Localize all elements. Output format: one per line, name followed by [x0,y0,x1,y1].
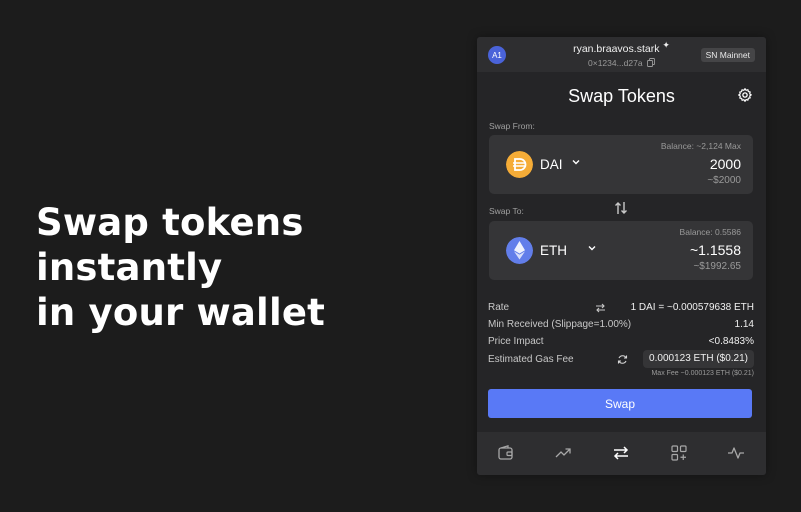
swap-from-card: DAI Balance: ~2,124 Max 2000 ~$2000 [489,135,753,194]
gear-icon[interactable] [737,87,753,103]
account-address-text: 0×1234...d27a [588,58,643,68]
swap-from-amount-input[interactable]: 2000 [710,156,741,172]
chevron-down-icon[interactable] [571,157,581,167]
swap-to-token-select[interactable]: ETH [540,243,567,258]
swap-from-balance[interactable]: Balance: ~2,124 Max [661,141,741,151]
wallet-icon[interactable] [497,444,515,462]
swap-to-label: Swap To: [489,206,524,216]
max-fee-text: Max Fee ~0.000123 ETH ($0.21) [651,370,754,377]
gas-fee-label: Estimated Gas Fee [488,354,574,365]
min-received-value: 1.14 [734,319,754,330]
dai-token-icon [506,151,533,178]
wallet-panel: A1 ryan.braavos.stark ✦ 0×1234...d27a SN… [477,37,766,475]
sparkle-icon: ✦ [662,40,670,50]
swap-to-card: ETH Balance: 0.5586 ~1.1558 ~$1992.65 [489,221,753,280]
account-header: A1 ryan.braavos.stark ✦ 0×1234...d27a SN… [477,37,766,72]
rate-label: Rate [488,302,510,313]
gas-fee-value: 0.000123 ETH ($0.21) [643,350,754,368]
swap-to-amount: ~1.1558 [690,242,741,258]
copy-icon[interactable] [647,58,655,67]
hero-headline: Swap tokens instantly in your wallet [36,200,325,335]
swap-from-token-select[interactable]: DAI [540,157,563,172]
rate-value: 1 DAI = ~0.000579638 ETH [630,302,754,313]
account-name-text: ryan.braavos.stark [573,43,660,55]
activity-icon[interactable] [727,444,745,462]
price-impact-label: Price Impact [488,336,544,347]
swap-to-balance: Balance: 0.5586 [679,227,741,237]
hero-line-2: instantly [36,246,223,289]
swap-from-label: Swap From: [489,121,535,131]
swap-icon[interactable] [612,444,630,462]
bottom-nav [477,432,766,475]
page-title: Swap Tokens [568,86,675,106]
trending-icon[interactable] [554,444,572,462]
swap-rate-icon[interactable] [595,303,606,313]
apps-icon[interactable] [670,444,688,462]
swap-from-usd-value: ~$2000 [707,175,741,186]
swap-button[interactable]: Swap [488,389,752,418]
hero-line-1: Swap tokens [36,201,304,244]
min-received-label: Min Received (Slippage=1.00%) [488,319,632,330]
network-badge[interactable]: SN Mainnet [700,48,755,62]
hero-line-3: in your wallet [36,291,326,334]
chevron-down-icon[interactable] [587,243,597,253]
refresh-icon[interactable] [617,354,628,365]
swap-to-usd-value: ~$1992.65 [693,261,741,272]
eth-token-icon [506,237,533,264]
price-impact-value: <0.8483% [708,336,754,347]
swap-direction-icon[interactable] [614,200,628,216]
